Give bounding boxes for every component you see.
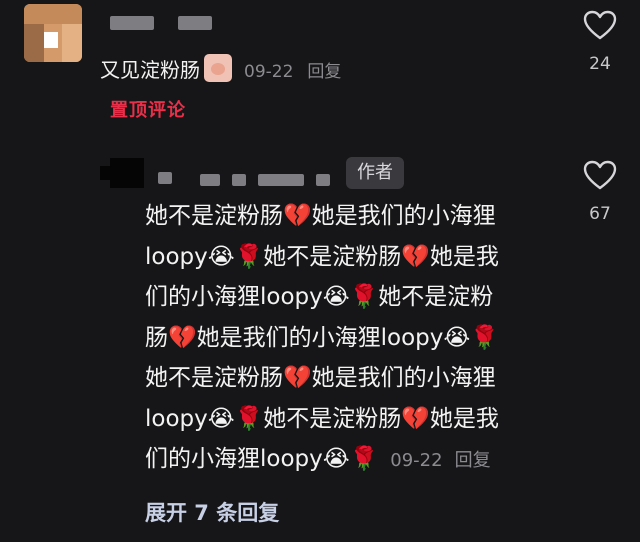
reply-username-blurred[interactable]: [232, 174, 246, 186]
comment-date: 09-22: [244, 62, 294, 82]
reply-date: 09-22: [390, 450, 443, 471]
comment-thread: 又见淀粉肠 09-22 回复 置顶评论 24 作者 67 她不是淀粉肠💔她是我们的小…: [0, 0, 640, 542]
comment-text: 又见淀粉肠: [100, 58, 200, 82]
pinned-badge: 置顶评论: [110, 100, 186, 121]
reply-line: 她不是淀粉肠💔她是我们的小海狸: [145, 203, 496, 229]
reply-line: loopy😭🌹她不是淀粉肠💔她是我: [145, 405, 499, 432]
expand-replies-link[interactable]: 展开 7 条回复: [145, 497, 279, 527]
sticker-face-icon: [204, 54, 232, 82]
reply-username-blurred[interactable]: [258, 174, 304, 186]
comment-body: 又见淀粉肠 09-22 回复: [100, 54, 341, 83]
reply-line: 们的小海狸loopy😭🌹: [145, 446, 379, 472]
heart-icon[interactable]: [583, 160, 617, 190]
reply-username-blurred[interactable]: [200, 174, 220, 186]
reply-reply-button[interactable]: 回复: [455, 450, 491, 471]
reply-last-line: 们的小海狸loopy😭🌹 09-22 回复: [145, 439, 545, 482]
heart-icon[interactable]: [583, 10, 617, 40]
username-blurred[interactable]: [178, 16, 212, 30]
reply-line: 她不是淀粉肠💔她是我们的小海狸: [145, 365, 496, 391]
like-button[interactable]: 24: [580, 10, 620, 74]
reply-line: 们的小海狸loopy😭🌹她不是淀粉: [145, 284, 494, 310]
reply-like-count: 67: [589, 204, 611, 224]
reply-avatar[interactable]: [100, 158, 144, 188]
reply-line: 肠💔她是我们的小海狸loopy😭🌹: [145, 324, 499, 351]
reply-username-blurred[interactable]: [158, 172, 172, 184]
username-blurred[interactable]: [110, 16, 154, 30]
reply-button[interactable]: 回复: [307, 57, 341, 82]
reply-like-button[interactable]: 67: [580, 160, 620, 224]
avatar[interactable]: [24, 4, 82, 62]
like-count: 24: [589, 54, 611, 74]
author-badge: 作者: [346, 157, 404, 189]
reply-username-blurred[interactable]: [316, 174, 330, 186]
reply-line: loopy😭🌹她不是淀粉肠💔她是我: [145, 243, 499, 270]
reply-body: 她不是淀粉肠💔她是我们的小海狸 loopy😭🌹她不是淀粉肠💔她是我 们的小海狸l…: [145, 196, 545, 482]
